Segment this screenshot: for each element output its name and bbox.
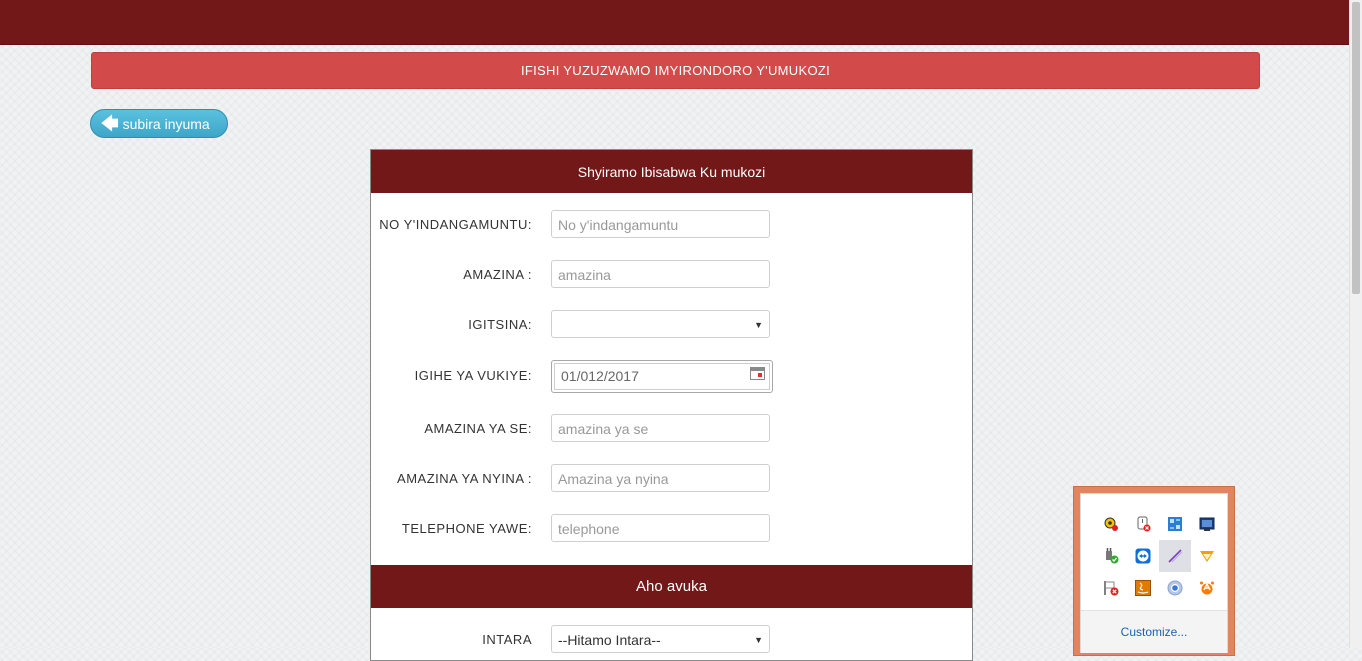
birthplace-section-header: Aho avuka bbox=[371, 565, 972, 608]
form-row-id-number: NO Y'INDANGAMUNTU: No y'indangamuntu bbox=[371, 210, 972, 240]
flag-error-icon[interactable] bbox=[1095, 572, 1127, 604]
back-button-label: subira inyuma bbox=[122, 115, 210, 132]
calendar-icon[interactable] bbox=[750, 367, 765, 380]
customize-link[interactable]: Customize... bbox=[1081, 625, 1227, 639]
back-button[interactable]: 🡄 subira inyuma bbox=[90, 109, 228, 138]
vlc-icon[interactable] bbox=[1191, 540, 1223, 572]
names-label: AMAZINA : bbox=[463, 267, 532, 282]
province-select[interactable]: --Hitamo Intara-- ▼ bbox=[551, 625, 770, 653]
page-banner: IFISHI YUZUZWAMO IMYIRONDORO Y'UMUKOZI bbox=[91, 52, 1260, 89]
form-row-birthdate: IGIHE YA VUKIYE: 01/012/2017 bbox=[371, 360, 972, 393]
chevron-down-icon: ▼ bbox=[754, 635, 763, 645]
form-panel-header: Shyiramo Ibisabwa Ku mukozi bbox=[371, 150, 972, 193]
birthdate-label: IGIHE YA VUKIYE: bbox=[414, 368, 532, 383]
page-scrollbar[interactable] bbox=[1349, 0, 1362, 648]
telephone-input[interactable]: telephone bbox=[551, 514, 770, 542]
province-label: INTARA bbox=[482, 632, 532, 647]
teamviewer-icon[interactable] bbox=[1127, 540, 1159, 572]
tray-icon-panel: Customize... bbox=[1080, 493, 1228, 653]
mother-names-label: AMAZINA YA NYINA : bbox=[397, 471, 532, 486]
form-row-province: INTARA --Hitamo Intara-- ▼ bbox=[371, 625, 972, 655]
scrollbar-thumb[interactable] bbox=[1352, 2, 1360, 294]
names-input[interactable]: amazina bbox=[551, 260, 770, 288]
chevron-down-icon: ▼ bbox=[754, 320, 763, 330]
form-row-mother-names: AMAZINA YA NYINA : Amazina ya nyina bbox=[371, 464, 972, 494]
father-names-input[interactable]: amazina ya se bbox=[551, 414, 770, 442]
arrow-left-icon: 🡄 bbox=[101, 114, 119, 133]
display-icon[interactable] bbox=[1191, 508, 1223, 540]
pen-tablet-icon[interactable] bbox=[1159, 540, 1191, 572]
java-icon[interactable] bbox=[1127, 572, 1159, 604]
banner-title: IFISHI YUZUZWAMO IMYIRONDORO Y'UMUKOZI bbox=[520, 63, 831, 78]
gender-label: IGITSINA: bbox=[468, 317, 532, 332]
telephone-label: TELEPHONE YAWE: bbox=[401, 521, 532, 536]
top-navbar bbox=[0, 0, 1350, 45]
employee-form-panel: Shyiramo Ibisabwa Ku mukozi NO Y'INDANGA… bbox=[370, 149, 973, 661]
gender-select[interactable]: ▼ bbox=[551, 310, 770, 338]
tray-icon-grid bbox=[1095, 508, 1223, 604]
network-monitor-icon[interactable] bbox=[1159, 508, 1191, 540]
id-number-input[interactable]: No y'indangamuntu bbox=[551, 210, 770, 238]
security-key-icon[interactable] bbox=[1095, 508, 1127, 540]
form-row-father-names: AMAZINA YA SE: amazina ya se bbox=[371, 414, 972, 444]
birthdate-value: 01/012/2017 bbox=[561, 368, 639, 384]
form-row-telephone: TELEPHONE YAWE: telephone bbox=[371, 514, 972, 544]
mother-names-input[interactable]: Amazina ya nyina bbox=[551, 464, 770, 492]
birthplace-section-title: Aho avuka bbox=[636, 578, 707, 595]
id-number-label: NO Y'INDANGAMUNTU: bbox=[379, 217, 532, 232]
birthdate-input[interactable]: 01/012/2017 bbox=[551, 360, 773, 393]
usb-disconnected-icon[interactable] bbox=[1127, 508, 1159, 540]
form-row-gender: IGITSINA: ▼ bbox=[371, 310, 972, 340]
form-row-names: AMAZINA : amazina bbox=[371, 260, 972, 290]
power-plugged-icon[interactable] bbox=[1095, 540, 1127, 572]
province-select-value: --Hitamo Intara-- bbox=[558, 632, 661, 648]
chrome-icon[interactable] bbox=[1159, 572, 1191, 604]
system-tray-popup: Customize... bbox=[1073, 486, 1235, 656]
avast-icon[interactable] bbox=[1191, 572, 1223, 604]
father-names-label: AMAZINA YA SE: bbox=[424, 421, 532, 436]
form-panel-title: Shyiramo Ibisabwa Ku mukozi bbox=[577, 163, 766, 180]
